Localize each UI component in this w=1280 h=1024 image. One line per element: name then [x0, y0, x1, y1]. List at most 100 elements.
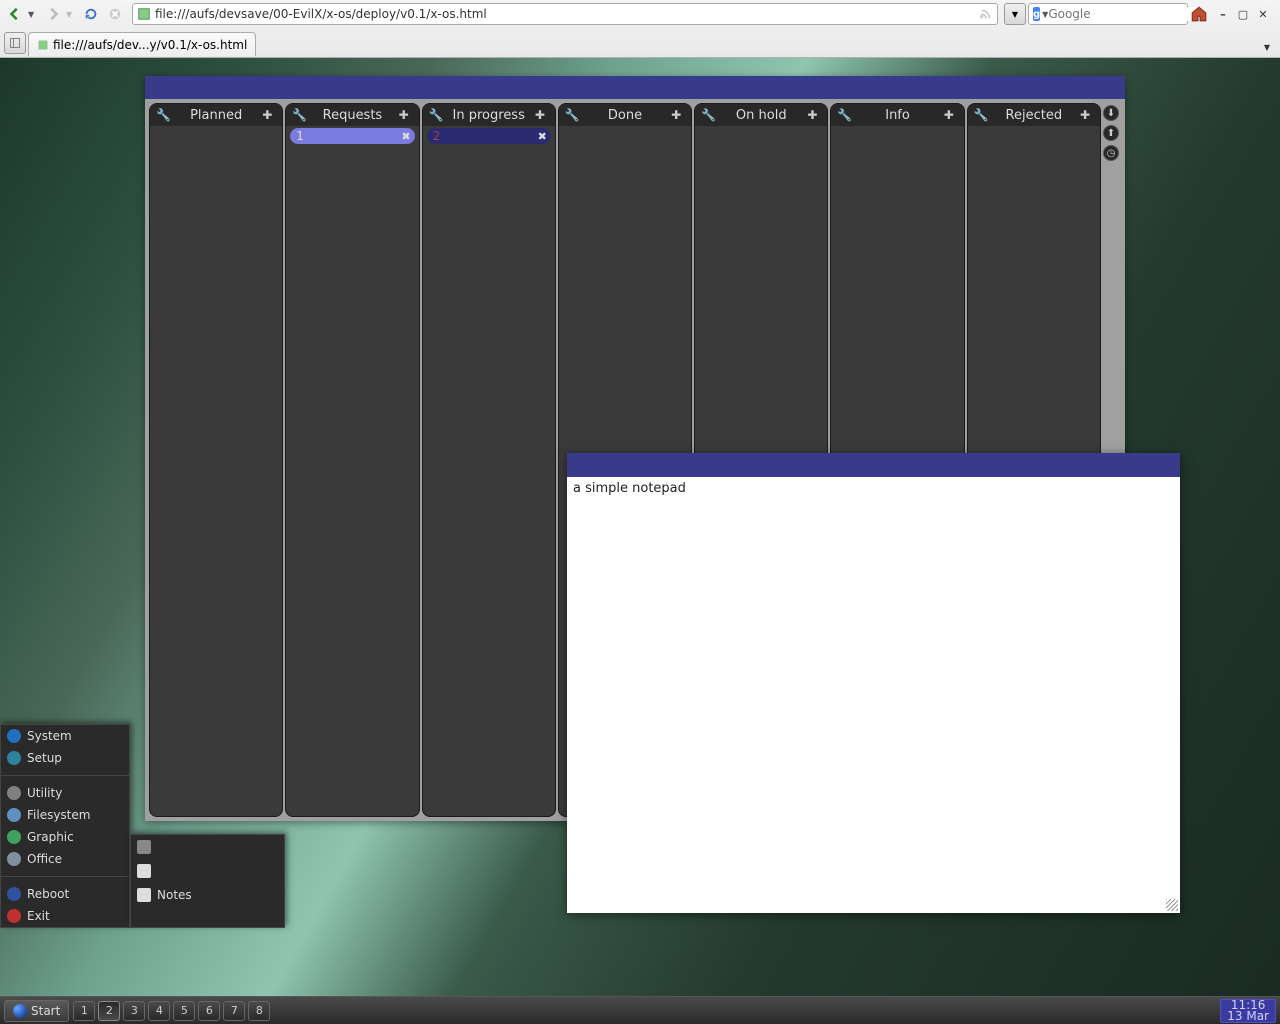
workspace-switcher: 1 2 3 4 5 6 7 8	[73, 1001, 270, 1021]
menu-item-utility[interactable]: Utility	[1, 782, 129, 804]
notepad-window[interactable]: a simple notepad	[567, 453, 1180, 913]
clock-date: 13 Mar	[1227, 1011, 1269, 1022]
desktop: ▼ ▼ file:///aufs/devsave/00-EvilX/x-os/d…	[0, 0, 1280, 1024]
home-button[interactable]	[1190, 5, 1208, 23]
menu-item-exit[interactable]: Exit	[1, 905, 129, 927]
utility-icon	[7, 786, 21, 800]
column-title: In progress	[443, 108, 535, 123]
resize-handle[interactable]	[1166, 899, 1178, 911]
wrench-icon[interactable]: 🔧	[429, 108, 443, 122]
reload-button[interactable]	[80, 3, 102, 25]
close-icon[interactable]: ✖	[538, 130, 547, 143]
stop-button[interactable]	[104, 3, 126, 25]
url-bar[interactable]: file:///aufs/devsave/00-EvilX/x-os/deplo…	[132, 3, 998, 25]
forward-button[interactable]	[42, 3, 64, 25]
wrench-icon[interactable]: 🔧	[565, 108, 579, 122]
workspace-3[interactable]: 3	[123, 1001, 145, 1021]
browser-tab[interactable]: file:///aufs/dev...y/v0.1/x-os.html	[28, 32, 256, 56]
notepad-titlebar[interactable]	[567, 453, 1180, 477]
close-icon[interactable]: ✖	[401, 130, 410, 143]
menu-item-graphic[interactable]: Graphic	[1, 826, 129, 848]
menu-item-office[interactable]: Office	[1, 848, 129, 870]
plus-icon[interactable]: ✚	[807, 108, 821, 122]
kanban-card[interactable]: 2 ✖	[427, 128, 551, 144]
wrench-icon[interactable]: 🔧	[701, 108, 715, 122]
plus-icon[interactable]: ✚	[671, 108, 685, 122]
workspace-4[interactable]: 4	[148, 1001, 170, 1021]
reboot-icon	[7, 887, 21, 901]
sidebar-toggle[interactable]	[4, 32, 26, 54]
back-button[interactable]	[4, 3, 26, 25]
url-dropdown[interactable]: ▼	[1004, 3, 1026, 25]
graphic-icon	[7, 830, 21, 844]
clock-icon[interactable]: ◷	[1103, 145, 1119, 161]
wrench-icon[interactable]: 🔧	[292, 108, 306, 122]
card-label: 2	[433, 129, 441, 143]
column-in-progress: 🔧 In progress ✚ 2 ✖	[422, 103, 556, 817]
workspace-1[interactable]: 1	[73, 1001, 95, 1021]
wrench-icon[interactable]: 🔧	[974, 108, 988, 122]
browser-toolbar: ▼ ▼ file:///aufs/devsave/00-EvilX/x-os/d…	[0, 0, 1280, 28]
window-controls: – ▢ ✕	[1210, 7, 1276, 21]
exit-icon	[7, 909, 21, 923]
setup-icon	[7, 751, 21, 765]
filesystem-icon	[7, 808, 21, 822]
tab-overflow[interactable]: ▼	[1258, 38, 1276, 56]
app-icon	[137, 840, 151, 854]
upload-icon[interactable]: ⬆	[1103, 125, 1119, 141]
url-text: file:///aufs/devsave/00-EvilX/x-os/deplo…	[155, 7, 979, 21]
start-orb-icon	[13, 1004, 27, 1018]
menu-separator	[1, 876, 129, 877]
download-icon[interactable]: ⬇	[1103, 105, 1119, 121]
plus-icon[interactable]: ✚	[262, 108, 276, 122]
column-title: Requests	[306, 108, 398, 123]
wrench-icon[interactable]: 🔧	[837, 108, 851, 122]
back-dropdown[interactable]: ▼	[28, 10, 40, 19]
menu-item-filesystem[interactable]: Filesystem	[1, 804, 129, 826]
submenu-item[interactable]	[131, 859, 284, 883]
google-icon: g	[1033, 7, 1040, 21]
workspace-8[interactable]: 8	[248, 1001, 270, 1021]
workspace-2[interactable]: 2	[98, 1001, 120, 1021]
plus-icon[interactable]: ✚	[399, 108, 413, 122]
kanban-titlebar[interactable]	[145, 76, 1125, 99]
search-input[interactable]	[1048, 7, 1198, 21]
system-icon	[7, 729, 21, 743]
wrench-icon[interactable]: 🔧	[156, 108, 170, 122]
submenu-item[interactable]	[131, 835, 284, 859]
column-title: Rejected	[988, 108, 1080, 123]
workspace-7[interactable]: 7	[223, 1001, 245, 1021]
office-icon	[7, 852, 21, 866]
workspace-6[interactable]: 6	[198, 1001, 220, 1021]
search-box[interactable]: g ▼	[1028, 3, 1188, 25]
column-title: Done	[579, 108, 671, 123]
start-label: Start	[31, 1004, 60, 1018]
document-icon	[137, 864, 151, 878]
browser-viewport: 🔧 Planned ✚ 🔧 Requests ✚ 1 ✖	[0, 58, 1280, 976]
column-planned: 🔧 Planned ✚	[149, 103, 283, 817]
rss-icon[interactable]	[979, 7, 993, 21]
menu-item-reboot[interactable]: Reboot	[1, 883, 129, 905]
column-requests: 🔧 Requests ✚ 1 ✖	[285, 103, 419, 817]
kanban-card[interactable]: 1 ✖	[290, 128, 414, 144]
plus-icon[interactable]: ✚	[944, 108, 958, 122]
plus-icon[interactable]: ✚	[535, 108, 549, 122]
column-title: Planned	[170, 108, 262, 123]
minimize-button[interactable]: –	[1216, 7, 1230, 21]
notepad-content[interactable]: a simple notepad	[567, 477, 1180, 500]
menu-item-system[interactable]: System	[1, 725, 129, 747]
page-icon	[137, 7, 151, 21]
tab-favicon	[37, 39, 49, 51]
start-button[interactable]: Start	[4, 1000, 69, 1022]
forward-dropdown[interactable]: ▼	[66, 10, 78, 19]
submenu-item-notes[interactable]: Notes	[131, 883, 284, 907]
menu-item-setup[interactable]: Setup	[1, 747, 129, 769]
workspace-5[interactable]: 5	[173, 1001, 195, 1021]
close-button[interactable]: ✕	[1256, 7, 1270, 21]
notes-icon	[137, 888, 151, 902]
maximize-button[interactable]: ▢	[1236, 7, 1250, 21]
plus-icon[interactable]: ✚	[1080, 108, 1094, 122]
card-label: 1	[296, 129, 304, 143]
taskbar-clock[interactable]: 11:16 13 Mar	[1220, 999, 1276, 1023]
office-submenu: Notes	[130, 834, 285, 928]
